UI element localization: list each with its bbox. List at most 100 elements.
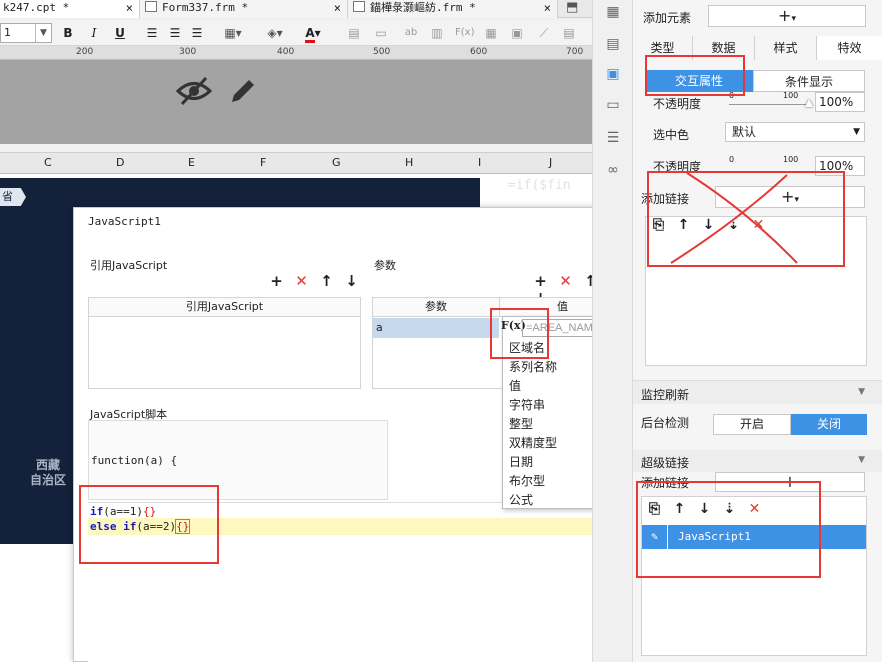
move-bottom-icon[interactable]: ⇣: [717, 501, 742, 517]
ref-js-list[interactable]: 引用JavaScript: [88, 297, 361, 389]
hyperlink-item-javascript1[interactable]: ✎ JavaScript1: [642, 525, 866, 549]
dropdown-option[interactable]: 区域名: [509, 339, 545, 356]
link-list[interactable]: ⎘ ↑ ↓ ⇣ ✕: [645, 216, 867, 366]
table-icon[interactable]: ▥: [428, 24, 446, 42]
eye-hidden-icon[interactable]: [176, 76, 212, 106]
column-header[interactable]: G: [332, 156, 341, 169]
opacity-input[interactable]: 100%: [815, 92, 865, 112]
list-icon[interactable]: ☰: [604, 130, 622, 146]
ref-js-toolbar: + ✕ ↑ ↓: [264, 272, 364, 290]
add-icon[interactable]: +: [264, 272, 289, 290]
pin-icon[interactable]: ⬒: [566, 0, 578, 15]
column-header[interactable]: E: [188, 156, 195, 169]
selected-color-select[interactable]: 默认 ▼: [725, 122, 865, 142]
link-icon[interactable]: ∞: [604, 162, 622, 178]
chevron-down-icon[interactable]: ▼: [35, 24, 51, 42]
font-size-select[interactable]: 1 ▼: [0, 23, 52, 43]
add-link2-button[interactable]: +: [715, 472, 865, 492]
border-select-icon[interactable]: ▦▾: [214, 24, 252, 42]
add-element-button[interactable]: +▾: [708, 5, 866, 27]
arrow-up-icon[interactable]: ↑: [314, 272, 339, 290]
tab-style[interactable]: 样式: [755, 36, 817, 60]
dropdown-option[interactable]: 整型: [509, 415, 533, 432]
hyperlink-header[interactable]: 超级链接 ▼: [633, 450, 882, 472]
slider-min: 0: [729, 155, 735, 164]
add-icon[interactable]: +: [528, 272, 553, 290]
opacity-slider[interactable]: [729, 104, 809, 105]
toggle-off-button[interactable]: 关闭: [791, 414, 867, 435]
arrow-up-icon[interactable]: ↑: [671, 217, 696, 233]
align-right-icon[interactable]: ☰: [188, 24, 206, 42]
column-header[interactable]: F: [260, 156, 266, 169]
dialog-title: JavaScript1: [88, 215, 161, 228]
column-header[interactable]: J: [549, 156, 552, 169]
tab-garbled-form[interactable]: 錨樺彔灏嶇紡.frm * ×: [348, 0, 558, 18]
hyperlink-list[interactable]: ⎘ ↑ ↓ ⇣ ✕ ✎ JavaScript1: [641, 496, 867, 656]
panel-icon[interactable]: ▭: [604, 97, 622, 113]
subtab-condition[interactable]: 条件显示: [753, 70, 865, 92]
delete-icon[interactable]: ✕: [289, 272, 314, 290]
underline-button[interactable]: U: [112, 24, 128, 42]
layout-icon[interactable]: ▣: [604, 66, 622, 82]
close-icon[interactable]: ×: [126, 0, 133, 16]
arrow-down-icon[interactable]: ↓: [696, 217, 721, 233]
dropdown-option[interactable]: 字符串: [509, 396, 545, 413]
dropdown-option[interactable]: 日期: [509, 453, 533, 470]
widget-icon[interactable]: ▤: [604, 36, 622, 52]
column-header[interactable]: H: [405, 156, 413, 169]
toggle-on-button[interactable]: 开启: [713, 414, 791, 435]
dropdown-option[interactable]: 值: [509, 377, 521, 394]
arrow-up-icon[interactable]: ↑: [667, 501, 692, 517]
add-link-button[interactable]: +▾: [715, 186, 865, 208]
tab-k247[interactable]: k247.cpt * ×: [0, 0, 140, 18]
edit-pencil-icon[interactable]: ✎: [642, 525, 668, 549]
collapse-icon[interactable]: ▼: [858, 455, 865, 465]
opacity-label: 不透明度: [653, 97, 702, 111]
close-icon[interactable]: ×: [334, 0, 341, 16]
close-icon[interactable]: ×: [544, 0, 551, 16]
formula-icon[interactable]: F(x): [455, 24, 474, 42]
dropdown-option[interactable]: 双精度型: [509, 434, 557, 451]
bold-button[interactable]: B: [60, 24, 76, 42]
tab-type[interactable]: 类型: [633, 36, 693, 60]
slider-thumb[interactable]: [805, 99, 813, 107]
dropdown-option[interactable]: 公式: [509, 491, 533, 508]
tab-data[interactable]: 数据: [693, 36, 755, 60]
monitor-refresh-header[interactable]: 监控刷新 ▼: [633, 380, 882, 404]
delete-icon[interactable]: ✕: [553, 272, 578, 290]
text-format-icon[interactable]: ab: [402, 24, 420, 42]
fill-color-icon[interactable]: ◈▾: [260, 24, 290, 42]
arrow-down-icon[interactable]: ↓: [339, 272, 364, 290]
grid-icon[interactable]: ▤: [560, 24, 578, 42]
copy-icon[interactable]: ⎘: [646, 217, 671, 233]
delete-icon[interactable]: ✕: [742, 501, 767, 517]
edit-pencil-icon[interactable]: [228, 76, 258, 106]
delete-icon[interactable]: ✕: [746, 217, 771, 233]
copy-icon[interactable]: ⎘: [642, 501, 667, 517]
arrow-down-icon[interactable]: ↓: [692, 501, 717, 517]
collapse-icon[interactable]: ▼: [858, 387, 865, 397]
move-bottom-icon[interactable]: ⇣: [721, 217, 746, 233]
slash-icon[interactable]: ⟋: [535, 24, 553, 42]
column-header[interactable]: D: [116, 156, 124, 169]
subtab-interaction[interactable]: 交互属性: [645, 70, 753, 92]
chart-icon[interactable]: ▦: [482, 24, 500, 42]
column-header[interactable]: C: [44, 156, 52, 169]
dropdown-option[interactable]: 系列名称: [509, 358, 557, 375]
insert-row-icon[interactable]: ▭: [372, 24, 390, 42]
tab-form337[interactable]: Form337.frm * ×: [140, 0, 348, 18]
font-color-button[interactable]: A▾: [297, 24, 329, 43]
dropdown-option[interactable]: 布尔型: [509, 472, 545, 489]
tab-effects[interactable]: 特效: [817, 36, 882, 60]
align-left-icon[interactable]: ☰: [143, 24, 161, 42]
settings-icon[interactable]: ▦: [604, 4, 622, 20]
italic-button[interactable]: I: [86, 24, 102, 42]
column-header[interactable]: I: [478, 156, 481, 169]
param-row-name[interactable]: a: [373, 318, 499, 338]
opacity2-input[interactable]: 100%: [815, 156, 865, 176]
side-icon-bar: ▦ ▤ ▣ ▭ ☰ ∞: [592, 0, 632, 662]
script-editor[interactable]: if(a==1){} else if(a==2){}: [88, 502, 626, 662]
image-icon[interactable]: ▣: [508, 24, 526, 42]
align-center-icon[interactable]: ☰: [166, 24, 184, 42]
insert-cell-icon[interactable]: ▤: [345, 24, 363, 42]
